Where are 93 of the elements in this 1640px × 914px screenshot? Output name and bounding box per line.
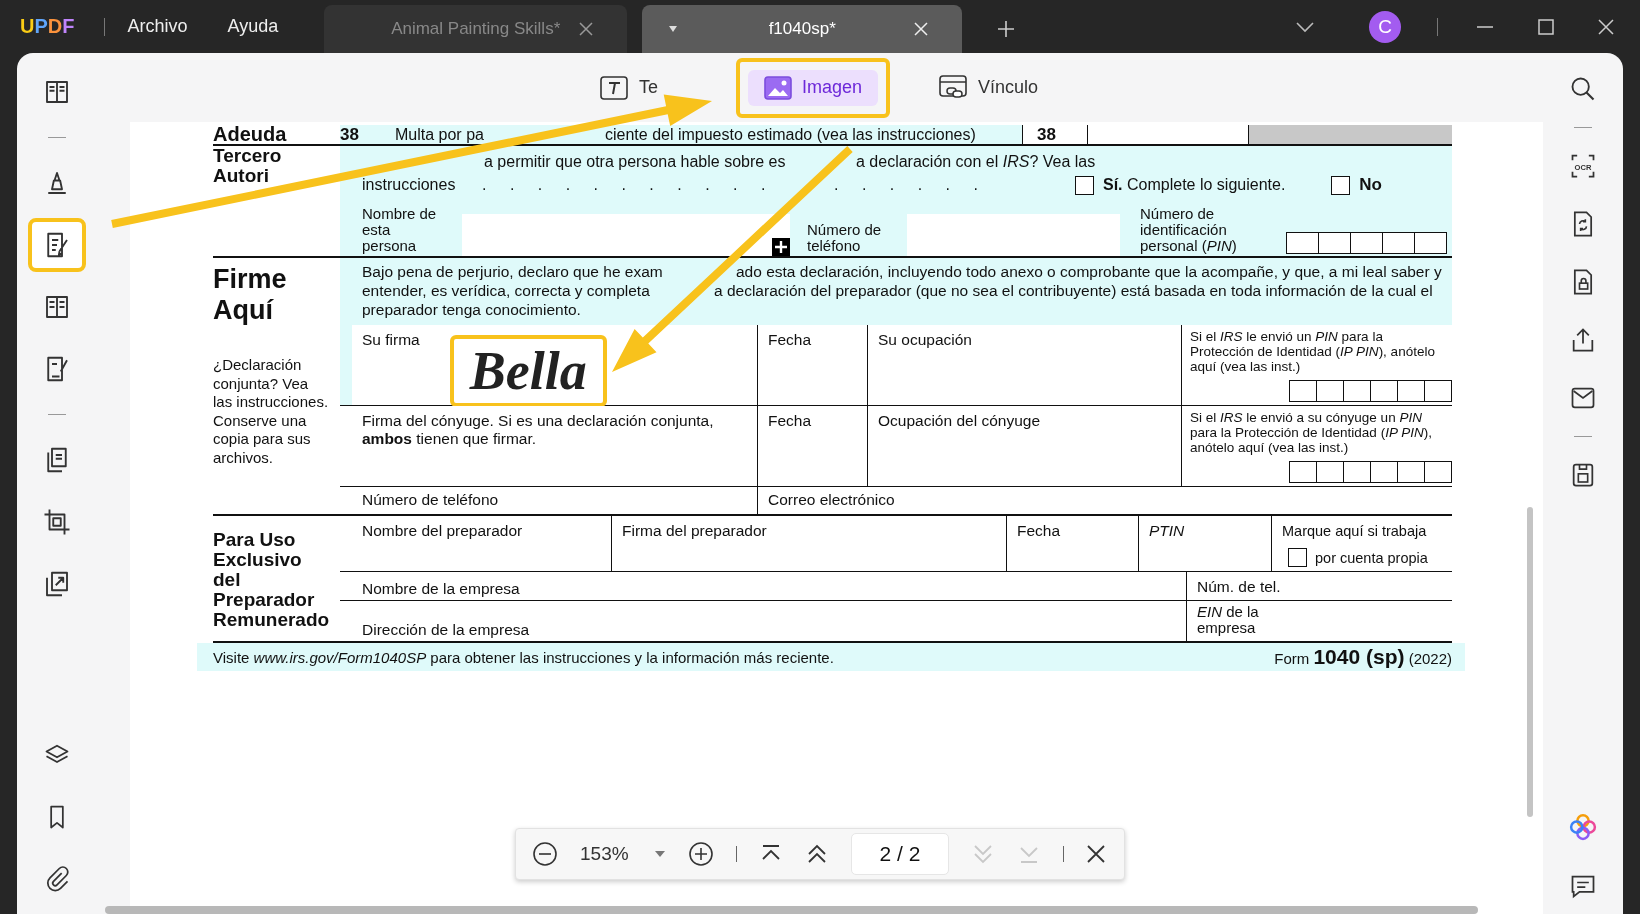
cell-label: Si el IRS le envió un PIN para la Protección de Identidad (IP PIN), anótelo aquí (vea las inst.) — [1190, 329, 1436, 374]
signature[interactable]: Bella — [449, 335, 607, 407]
form-text: Bajo pena de perjurio, declaro que he exam — [362, 262, 663, 281]
pin-boxes[interactable] — [1286, 232, 1447, 254]
field-label: Número de — [1140, 206, 1216, 222]
section-label: Para Uso — [213, 530, 297, 550]
cell-label: EIN de la empresa — [1197, 604, 1260, 636]
zoom-level[interactable]: 153% — [580, 843, 632, 865]
maximize-icon[interactable] — [1538, 18, 1554, 35]
cell-label: Correo electrónico — [768, 491, 895, 508]
zoom-out-icon[interactable] — [532, 841, 558, 867]
edit-tool-button[interactable]: Te — [589, 67, 668, 108]
page-field[interactable]: 2 / 2 — [851, 833, 949, 875]
section-label: Preparador — [213, 590, 316, 610]
field-label: Número de — [807, 222, 883, 238]
form-text: Multa por pa — [395, 125, 484, 144]
section-label: Firme — [213, 264, 288, 295]
cell-label: Si el IRS le envió a su cónyuge un PIN para la Protección de Identidad (IP PIN), anótelo aquí (vea las inst.) — [1190, 410, 1433, 455]
user-avatar[interactable]: C — [1369, 10, 1401, 43]
edit-tool-button[interactable]: Vínculo — [928, 67, 1049, 108]
add-tab-icon[interactable] — [997, 20, 1016, 38]
field-label: Nombre de — [362, 206, 438, 222]
section-label: Exclusivo — [213, 550, 303, 570]
cell-label: Ocupación del cónyuge — [878, 412, 1040, 429]
field-label: personal (PIN) — [1140, 238, 1238, 254]
dropdown-icon[interactable] — [668, 25, 679, 33]
image-icon — [764, 75, 792, 100]
form-text: ado esta declaración, incluyendo todo anexo o comprobante que la acompañe, y que, a mi leal saber y — [736, 262, 1442, 281]
cell-label: Núm. de tel. — [1197, 578, 1281, 595]
form-text: a declaración del preparador (que no sea el contribuyente) está basada en toda información de la cual el — [714, 281, 1433, 300]
text-icon — [599, 73, 629, 102]
input-field[interactable] — [462, 214, 790, 256]
section-label: Adeuda — [213, 123, 288, 146]
section-label: Tercero — [213, 146, 283, 166]
chevron-down-icon[interactable] — [1296, 20, 1314, 33]
crop-icon — [42, 507, 72, 537]
ai-assistant-icon[interactable] — [1568, 812, 1598, 842]
close-icon[interactable] — [1086, 844, 1106, 864]
section-label: del — [213, 570, 242, 590]
pin-boxes[interactable] — [1289, 380, 1452, 402]
checkbox-label: Sí. Complete lo siguiente. — [1103, 176, 1286, 194]
edit-tool-button[interactable]: Imagen — [748, 69, 879, 106]
form-text: entender, es verídica, correcta y completa — [362, 281, 650, 300]
pin-boxes[interactable] — [1289, 461, 1452, 483]
cell-label: Nombre del preparador — [362, 522, 523, 539]
cell-label: Fecha — [768, 331, 812, 348]
line-number: 38 — [1036, 124, 1057, 145]
checkbox[interactable] — [1331, 175, 1351, 195]
checkbox[interactable] — [1288, 548, 1307, 567]
cell-label: Dirección de la empresa — [362, 621, 530, 638]
cell-label: Su firma — [362, 331, 420, 349]
cell-label: Marque aquí si trabaja — [1282, 523, 1427, 539]
document-tab[interactable]: Animal Painting Skills* — [324, 5, 628, 53]
document-tab[interactable]: f1040sp* — [642, 5, 963, 53]
scrollbar[interactable] — [1527, 507, 1533, 817]
section-label: Autori — [213, 166, 269, 186]
line-number: 38 — [340, 124, 360, 145]
form-note: ¿Declaración conjunta? Vea las instrucciones. Conserve una copia para sus archivos. — [213, 356, 329, 467]
tool-button[interactable] — [28, 218, 86, 272]
checkbox-label: No — [1359, 175, 1382, 195]
form-number: Form 1040 (sp) (2022) — [1274, 645, 1452, 669]
input-field[interactable] — [907, 214, 1120, 256]
form-text: a declaración con el IRS? Vea las — [856, 153, 1096, 171]
cell-label: Nombre de la empresa — [362, 580, 520, 597]
field-label: teléfono — [807, 238, 862, 254]
field-label: persona — [362, 238, 418, 254]
form-text: a permitir que otra persona hable sobre es — [484, 153, 786, 171]
expand-icon[interactable] — [772, 238, 790, 256]
dropdown-icon[interactable] — [654, 850, 666, 858]
cell-label: Su ocupación — [878, 331, 972, 348]
scrollbar[interactable] — [105, 906, 1478, 914]
field-label: esta — [362, 222, 392, 238]
section-label: Aquí — [213, 295, 275, 326]
leader-dots: . . . . . . . . . . . — [482, 176, 766, 194]
cell-label: Número de teléfono — [362, 491, 499, 508]
checkbox[interactable] — [1075, 175, 1094, 195]
cell-label: Fecha — [1017, 522, 1061, 539]
cell-label: Fecha — [768, 412, 812, 429]
cell-label: PTIN — [1149, 522, 1185, 539]
footer-text: Visite www.irs.gov/Form1040SP para obtener las instrucciones y la información más reciente. — [213, 648, 834, 666]
zoom-in-icon[interactable] — [688, 841, 714, 867]
search-icon[interactable] — [1569, 75, 1597, 103]
section-label: Remunerado — [213, 610, 331, 630]
form-text: ciente del impuesto estimado (vea las instrucciones) — [605, 125, 976, 144]
form-text: preparador tenga conocimiento. — [362, 300, 581, 319]
cell-label: Firma del preparador — [622, 522, 767, 539]
menu-item[interactable]: Archivo — [127, 16, 188, 37]
leader-dots: . . . . . . — [834, 176, 978, 194]
menu-item[interactable]: Ayuda — [227, 16, 279, 37]
cell-label: Firma del cónyuge. Si es una declaración conjunta, ambos tienen que firmar. — [362, 412, 715, 448]
checkbox-label: por cuenta propia — [1315, 548, 1428, 567]
form-text: instrucciones — [362, 176, 456, 194]
field-label: identificación — [1140, 222, 1228, 238]
